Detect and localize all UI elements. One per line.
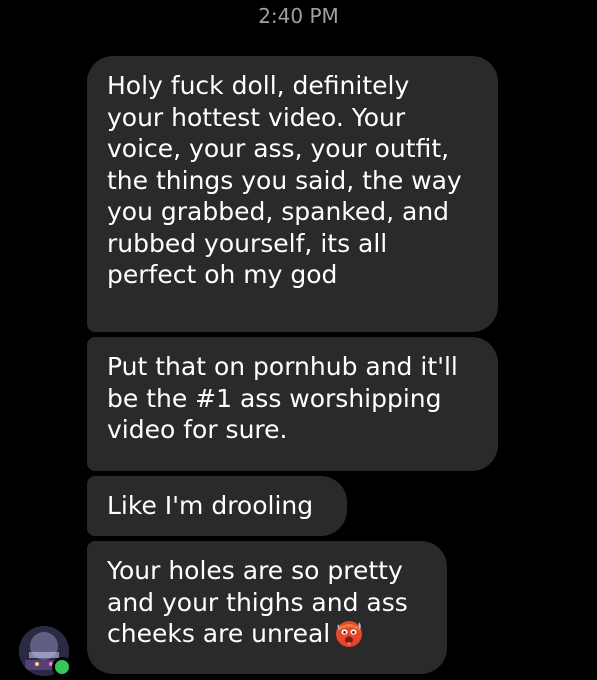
message-bubble[interactable]: Holy fuck doll, definitely your hottest …	[87, 56, 498, 332]
avatar[interactable]	[19, 626, 72, 677]
message-bubble[interactable]: Put that on pornhub and it'll be the #1 …	[87, 337, 498, 471]
online-status-indicator	[52, 657, 72, 677]
message-bubble[interactable]: Like I'm drooling	[87, 476, 347, 536]
message-bubble[interactable]: Your holes are so pretty and your thighs…	[87, 541, 447, 674]
hot-face-emoji	[336, 621, 363, 647]
message-timestamp: 2:40 PM	[258, 4, 339, 28]
